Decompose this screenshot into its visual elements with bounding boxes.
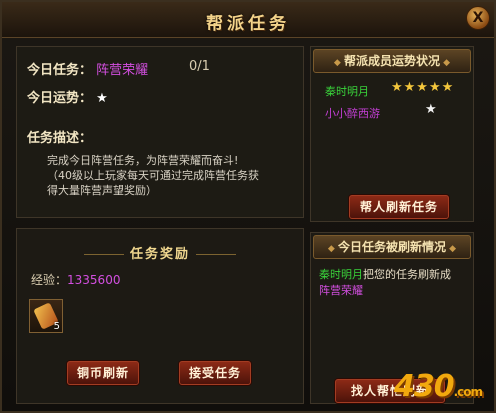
fortune-label: 今日运势：: [27, 91, 93, 106]
task-info-panel: 今日任务： 阵营荣耀 0/1 今日运势： ★ 任务描述： 完成今日阵营任务，为阵…: [16, 46, 304, 218]
close-button[interactable]: X: [466, 6, 490, 30]
fortune-row: 今日运势： ★: [27, 87, 108, 106]
today-task-label: 今日任务：: [27, 63, 93, 78]
guild-task-window: 帮派任务 X 今日任务： 阵营荣耀 0/1 今日运势： ★ 任务描述： 完成今日…: [0, 0, 496, 413]
member-name[interactable]: 秦时明月: [325, 83, 369, 99]
exp-label: 经验：: [31, 273, 68, 287]
title-bar[interactable]: 帮派任务 X: [2, 2, 494, 38]
member-fortune-header: ◆ 帮派成员运势状况 ◆: [313, 49, 471, 73]
fortune-star-icon: ★: [96, 91, 108, 106]
today-task-row: 今日任务： 阵营荣耀: [27, 59, 148, 78]
window-title: 帮派任务: [206, 14, 290, 34]
help-refresh-task-button[interactable]: 帮人刷新任务: [349, 195, 449, 219]
member-name[interactable]: 小小醉西游: [325, 105, 380, 121]
refresh-result: 阵营荣耀: [319, 284, 363, 297]
exp-row: 经验：1335600: [31, 271, 120, 288]
accept-task-button[interactable]: 接受任务: [179, 361, 251, 385]
desc-line: 得大量阵营声望奖励）: [47, 184, 157, 197]
desc-line: （40级以上玩家每天可通过完成阵营任务获: [47, 169, 259, 182]
task-reward-panel: 任务奖励 经验：1335600 5 铜币刷新 接受任务: [16, 228, 304, 404]
close-icon: X: [472, 10, 484, 26]
ornament-icon: ◆: [327, 244, 338, 254]
member-stars: ★: [425, 102, 437, 117]
refresh-log-header: ◆ 今日任务被刷新情况 ◆: [313, 235, 471, 259]
refresh-message: 把您的任务刷新成: [363, 268, 451, 281]
refresh-log-text: 秦时明月把您的任务刷新成 阵营荣耀: [319, 267, 469, 299]
reward-title: 任务奖励: [17, 243, 303, 262]
today-task-value: 阵营荣耀: [96, 63, 149, 78]
site-watermark-logo: 430.com: [394, 369, 483, 404]
ornament-icon: ◆: [440, 58, 451, 68]
item-count: 5: [53, 321, 60, 332]
ornament-icon: ◆: [333, 58, 344, 68]
coin-refresh-button[interactable]: 铜币刷新: [67, 361, 139, 385]
refresh-actor: 秦时明月: [319, 268, 363, 281]
task-description: 完成今日阵营任务，为阵营荣耀而奋斗! （40级以上玩家每天可通过完成阵营任务获 …: [47, 153, 297, 198]
ornament-icon: ◆: [446, 244, 457, 254]
exp-value: 1335600: [67, 273, 121, 287]
member-fortune-panel: ◆ 帮派成员运势状况 ◆ 秦时明月 ★★★★★ 小小醉西游 ★ 帮人刷新任务: [310, 46, 474, 222]
desc-label: 任务描述：: [27, 131, 93, 146]
desc-line: 完成今日阵营任务，为阵营荣耀而奋斗!: [47, 154, 239, 167]
task-progress: 0/1: [189, 59, 210, 74]
member-stars: ★★★★★: [391, 80, 455, 95]
reward-item-slot[interactable]: 5: [29, 299, 63, 333]
